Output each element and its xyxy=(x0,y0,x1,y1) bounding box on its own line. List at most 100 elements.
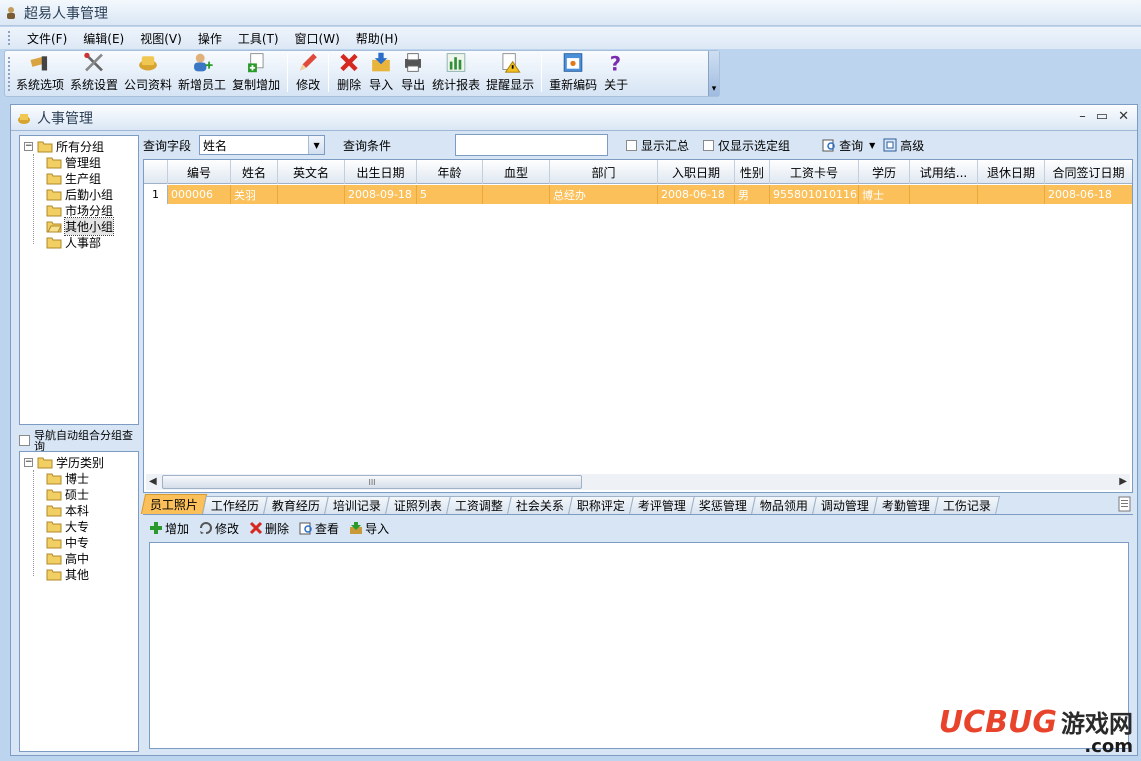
table-cell[interactable] xyxy=(978,185,1045,204)
tree-item-education[interactable]: 硕士 xyxy=(46,486,89,502)
menu-edit[interactable]: 编辑(E) xyxy=(75,30,132,47)
column-header[interactable]: 学历 xyxy=(859,160,910,184)
tab-title-evaluation[interactable]: 职称评定 xyxy=(568,496,635,514)
column-header[interactable]: 部门 xyxy=(550,160,658,184)
detail-delete-button[interactable]: 删除 xyxy=(249,520,289,537)
menu-operate[interactable]: 操作 xyxy=(190,30,230,47)
delete-button[interactable]: 删除 xyxy=(333,51,365,96)
table-row[interactable]: 1 000006 关羽 2008-09-18 5 总经办 2008-06-18 … xyxy=(144,185,1132,204)
column-header[interactable]: 合同签订日期 xyxy=(1045,160,1132,184)
column-header[interactable]: 退休日期 xyxy=(978,160,1045,184)
table-cell[interactable]: 男 xyxy=(735,185,770,204)
horizontal-scrollbar[interactable]: ◀ III ▶ xyxy=(146,474,1130,490)
table-cell[interactable]: 总经办 xyxy=(550,185,658,204)
menu-view[interactable]: 视图(V) xyxy=(132,30,190,47)
reminder-button[interactable]: 提醒显示 xyxy=(483,51,537,96)
tab-items[interactable]: 物品领用 xyxy=(751,496,818,514)
column-header[interactable]: 英文名 xyxy=(278,160,345,184)
minimize-icon[interactable]: – xyxy=(1079,109,1086,124)
chevron-down-icon[interactable]: ▼ xyxy=(308,136,325,154)
tab-certificates[interactable]: 证照列表 xyxy=(385,496,451,514)
tab-list-icon[interactable] xyxy=(1117,496,1133,512)
menu-window[interactable]: 窗口(W) xyxy=(287,30,348,47)
tree-item-education[interactable]: 本科 xyxy=(46,502,89,518)
column-header[interactable]: 入职日期 xyxy=(658,160,735,184)
table-cell[interactable]: 955801010116 xyxy=(770,185,859,204)
tree-item-education[interactable]: 大专 xyxy=(46,518,89,534)
tree-item-group[interactable]: 人事部 xyxy=(46,234,101,250)
tree-item-education[interactable]: 其他 xyxy=(46,566,89,582)
scrollbar-thumb[interactable]: III xyxy=(162,475,582,489)
recode-button[interactable]: 重新编码 xyxy=(546,51,600,96)
tab-attendance[interactable]: 考勤管理 xyxy=(873,496,940,514)
checkbox[interactable] xyxy=(19,435,30,446)
tab-education-history[interactable]: 教育经历 xyxy=(263,496,329,514)
tree-item-group[interactable]: 生产组 xyxy=(46,170,101,186)
tab-salary-adjust[interactable]: 工资调整 xyxy=(446,496,513,514)
table-cell[interactable]: 2008-09-18 xyxy=(345,185,417,204)
table-cell[interactable] xyxy=(483,185,550,204)
table-cell[interactable]: 关羽 xyxy=(231,185,278,204)
toolbar-overflow-button[interactable]: ▾ xyxy=(708,51,719,96)
detail-edit-button[interactable]: 修改 xyxy=(199,520,239,537)
detail-import-button[interactable]: 导入 xyxy=(349,520,389,537)
collapse-toggle[interactable]: − xyxy=(24,141,33,151)
tree-item-group[interactable]: 市场分组 xyxy=(46,202,113,218)
table-cell[interactable]: 博士 xyxy=(859,185,910,204)
column-header[interactable]: 试用结... xyxy=(910,160,978,184)
close-icon[interactable]: ✕ xyxy=(1118,109,1129,124)
show-summary-checkbox[interactable] xyxy=(626,139,638,151)
tree-item-group[interactable]: 后勤小组 xyxy=(46,186,113,202)
tab-injury[interactable]: 工伤记录 xyxy=(934,496,1001,514)
only-selected-checkbox[interactable] xyxy=(703,139,715,151)
scroll-left-icon[interactable]: ◀ xyxy=(149,476,157,487)
tree-item-education[interactable]: 中专 xyxy=(46,534,89,550)
tree-root-education[interactable]: − 学历类别 xyxy=(24,454,104,470)
column-header[interactable]: 编号 xyxy=(168,160,231,184)
column-header[interactable]: 姓名 xyxy=(231,160,278,184)
tree-item-group-selected[interactable]: 其他小组 xyxy=(46,216,115,236)
tree-item-group[interactable]: 管理组 xyxy=(46,154,101,170)
edit-button[interactable]: 修改 xyxy=(292,51,324,96)
tab-assessment[interactable]: 考评管理 xyxy=(629,496,696,514)
tab-employee-photo[interactable]: 员工照片 xyxy=(140,494,208,514)
nav-auto-combine-checkbox[interactable]: 导航自动组合分组查询 xyxy=(19,430,139,452)
table-cell[interactable]: 000006 xyxy=(168,185,231,204)
column-header[interactable]: 血型 xyxy=(483,160,550,184)
menu-help[interactable]: 帮助(H) xyxy=(348,30,406,47)
export-button[interactable]: 导出 xyxy=(397,51,429,96)
table-cell[interactable] xyxy=(910,185,978,204)
search-dropdown-icon[interactable]: ▼ xyxy=(869,141,875,150)
column-header[interactable]: 工资卡号 xyxy=(770,160,859,184)
detail-view-button[interactable]: 查看 xyxy=(299,520,339,537)
tab-rewards[interactable]: 奖惩管理 xyxy=(690,496,757,514)
column-header[interactable]: 年龄 xyxy=(417,160,483,184)
maximize-icon[interactable]: ▭ xyxy=(1096,109,1108,124)
column-header[interactable]: 性别 xyxy=(735,160,770,184)
table-cell[interactable]: 2008-06-18 xyxy=(658,185,735,204)
collapse-toggle[interactable]: − xyxy=(24,457,33,467)
menu-file[interactable]: 文件(F) xyxy=(19,30,75,47)
report-button[interactable]: 统计报表 xyxy=(429,51,483,96)
column-header[interactable]: 出生日期 xyxy=(345,160,417,184)
table-cell[interactable]: 2008-06-18 xyxy=(1045,185,1132,204)
table-cell[interactable]: 5 xyxy=(417,185,483,204)
import-button[interactable]: 导入 xyxy=(365,51,397,96)
system-options-button[interactable]: 系统选项 xyxy=(13,51,67,96)
copy-add-button[interactable]: 复制增加 xyxy=(229,51,283,96)
about-button[interactable]: ? 关于 xyxy=(600,51,632,96)
tab-transfer[interactable]: 调动管理 xyxy=(812,496,879,514)
tree-item-education[interactable]: 高中 xyxy=(46,550,89,566)
menu-tools[interactable]: 工具(T) xyxy=(230,30,287,47)
tree-item-education[interactable]: 博士 xyxy=(46,470,89,486)
company-info-button[interactable]: 公司资料 xyxy=(121,51,175,96)
search-button[interactable]: 查询 ▼ xyxy=(822,137,875,154)
tab-social-relations[interactable]: 社会关系 xyxy=(507,496,574,514)
system-settings-button[interactable]: 系统设置 xyxy=(67,51,121,96)
add-employee-button[interactable]: 新增员工 xyxy=(175,51,229,96)
tab-training[interactable]: 培训记录 xyxy=(324,496,390,514)
detail-add-button[interactable]: 增加 xyxy=(149,520,189,537)
query-condition-input[interactable] xyxy=(455,134,609,156)
scroll-right-icon[interactable]: ▶ xyxy=(1119,476,1127,487)
advanced-button[interactable]: 高级 xyxy=(883,137,924,154)
